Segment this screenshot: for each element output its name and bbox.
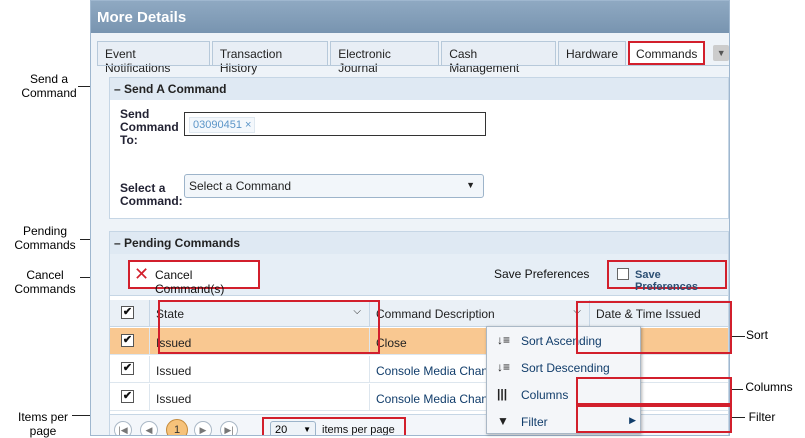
row-check-cell: ✔ xyxy=(110,356,150,382)
sort-highlight xyxy=(576,301,732,354)
tab-commands[interactable]: Commands xyxy=(628,41,706,65)
row-check-cell: ✔ xyxy=(110,328,150,354)
column-description-label: Command Description xyxy=(376,307,495,321)
row-check-cell: ✔ xyxy=(110,384,150,410)
cancel-x-icon: ✕ xyxy=(134,264,150,284)
sort-ascending-icon: ↓≡ xyxy=(497,333,511,347)
current-page[interactable]: 1 xyxy=(166,419,188,435)
filter-label: Filter xyxy=(521,415,548,429)
pending-commands-header[interactable]: – Pending Commands xyxy=(110,232,728,254)
sort-descending-icon: ↓≡ xyxy=(497,360,511,374)
column-description[interactable]: Command Description ⌵ xyxy=(370,300,590,326)
select-all-checkbox[interactable]: ✔ xyxy=(121,306,134,319)
command-select[interactable]: Select a Command ▼ xyxy=(184,174,484,198)
save-preferences-button[interactable]: Save Preferences xyxy=(607,260,727,293)
filter-icon: ▼ xyxy=(497,414,509,428)
callout-pending-commands: Pending Commands xyxy=(14,224,76,252)
save-preferences-label: Save Preferences xyxy=(635,269,698,293)
leader-line xyxy=(731,417,745,418)
page-size-value: 20 xyxy=(275,424,288,436)
save-preferences-text: Save Preferences xyxy=(494,267,590,281)
prev-page-icon[interactable]: ◀ xyxy=(140,421,158,435)
callout-filter: Filter xyxy=(748,410,776,424)
pending-commands-title: Pending Commands xyxy=(124,236,241,250)
columns-label: Columns xyxy=(521,388,569,402)
select-command-label: Select a Command: xyxy=(120,181,183,208)
tab-electronic-journal[interactable]: Electronic Journal xyxy=(330,41,440,75)
tab-transaction-history[interactable]: Transaction History xyxy=(211,41,329,75)
items-per-page-label: items per page xyxy=(322,424,395,436)
sort-descending-label: Sort Descending xyxy=(521,361,610,375)
state-column-highlight xyxy=(158,300,380,354)
row-checkbox[interactable]: ✔ xyxy=(121,334,134,347)
recipient-chip[interactable]: 03090451 × xyxy=(189,117,256,133)
callout-items-per-page: Items per page xyxy=(17,410,68,438)
command-select-value: Select a Command xyxy=(189,179,292,193)
chevron-down-icon: ▼ xyxy=(303,425,311,434)
callout-send-a-command: Send a Command xyxy=(21,72,77,100)
send-to-label: Send Command To: xyxy=(120,107,179,147)
tabs-overflow-icon[interactable]: ▼ xyxy=(713,45,729,61)
tab-hardware[interactable]: Hardware xyxy=(558,41,627,65)
cancel-commands-label: Cancel Command(s) xyxy=(155,268,225,296)
row-checkbox[interactable]: ✔ xyxy=(121,390,134,403)
window-title: More Details xyxy=(91,1,729,33)
tab-event-notifications[interactable]: Event Notifications xyxy=(97,41,210,75)
send-command-title: Send A Command xyxy=(124,82,227,96)
next-page-icon[interactable]: ▶ xyxy=(194,421,212,435)
items-per-page-control: 20 ▼ items per page xyxy=(262,417,406,436)
send-command-section: – Send A Command Send Command To: 030904… xyxy=(109,77,729,219)
tab-cash-management[interactable]: Cash Management xyxy=(441,41,557,75)
callout-cancel-commands: Cancel Commands xyxy=(14,268,76,296)
leader-line xyxy=(731,336,745,337)
pending-toolbar: ✕ Cancel Command(s) Save Preferences Sav… xyxy=(110,254,728,296)
tab-bar: Event Notifications Transaction History … xyxy=(97,41,729,75)
tab-divider xyxy=(97,65,729,66)
recipient-input[interactable]: 03090451 × xyxy=(184,112,486,136)
page-size-select[interactable]: 20 ▼ xyxy=(270,421,316,436)
columns-icon: ||| xyxy=(497,387,508,401)
filter-highlight xyxy=(576,405,732,433)
last-page-icon[interactable]: ▶| xyxy=(220,421,238,435)
select-all-column: ✔ xyxy=(110,300,150,326)
columns-highlight xyxy=(576,377,732,405)
first-page-icon[interactable]: |◀ xyxy=(114,421,132,435)
cancel-commands-button[interactable]: ✕ Cancel Command(s) xyxy=(128,260,260,296)
row-checkbox[interactable]: ✔ xyxy=(121,362,134,375)
send-command-header[interactable]: – Send A Command xyxy=(110,78,728,100)
callout-sort: Sort xyxy=(745,328,768,342)
remove-recipient-icon[interactable]: × xyxy=(245,119,251,131)
save-preferences-checkbox[interactable] xyxy=(617,268,629,280)
state-cell: Issued xyxy=(150,384,370,410)
callout-columns: Columns xyxy=(745,380,793,394)
recipient-value: 03090451 xyxy=(193,119,242,131)
chevron-down-icon: ▼ xyxy=(466,180,475,190)
state-cell: Issued xyxy=(150,356,370,382)
